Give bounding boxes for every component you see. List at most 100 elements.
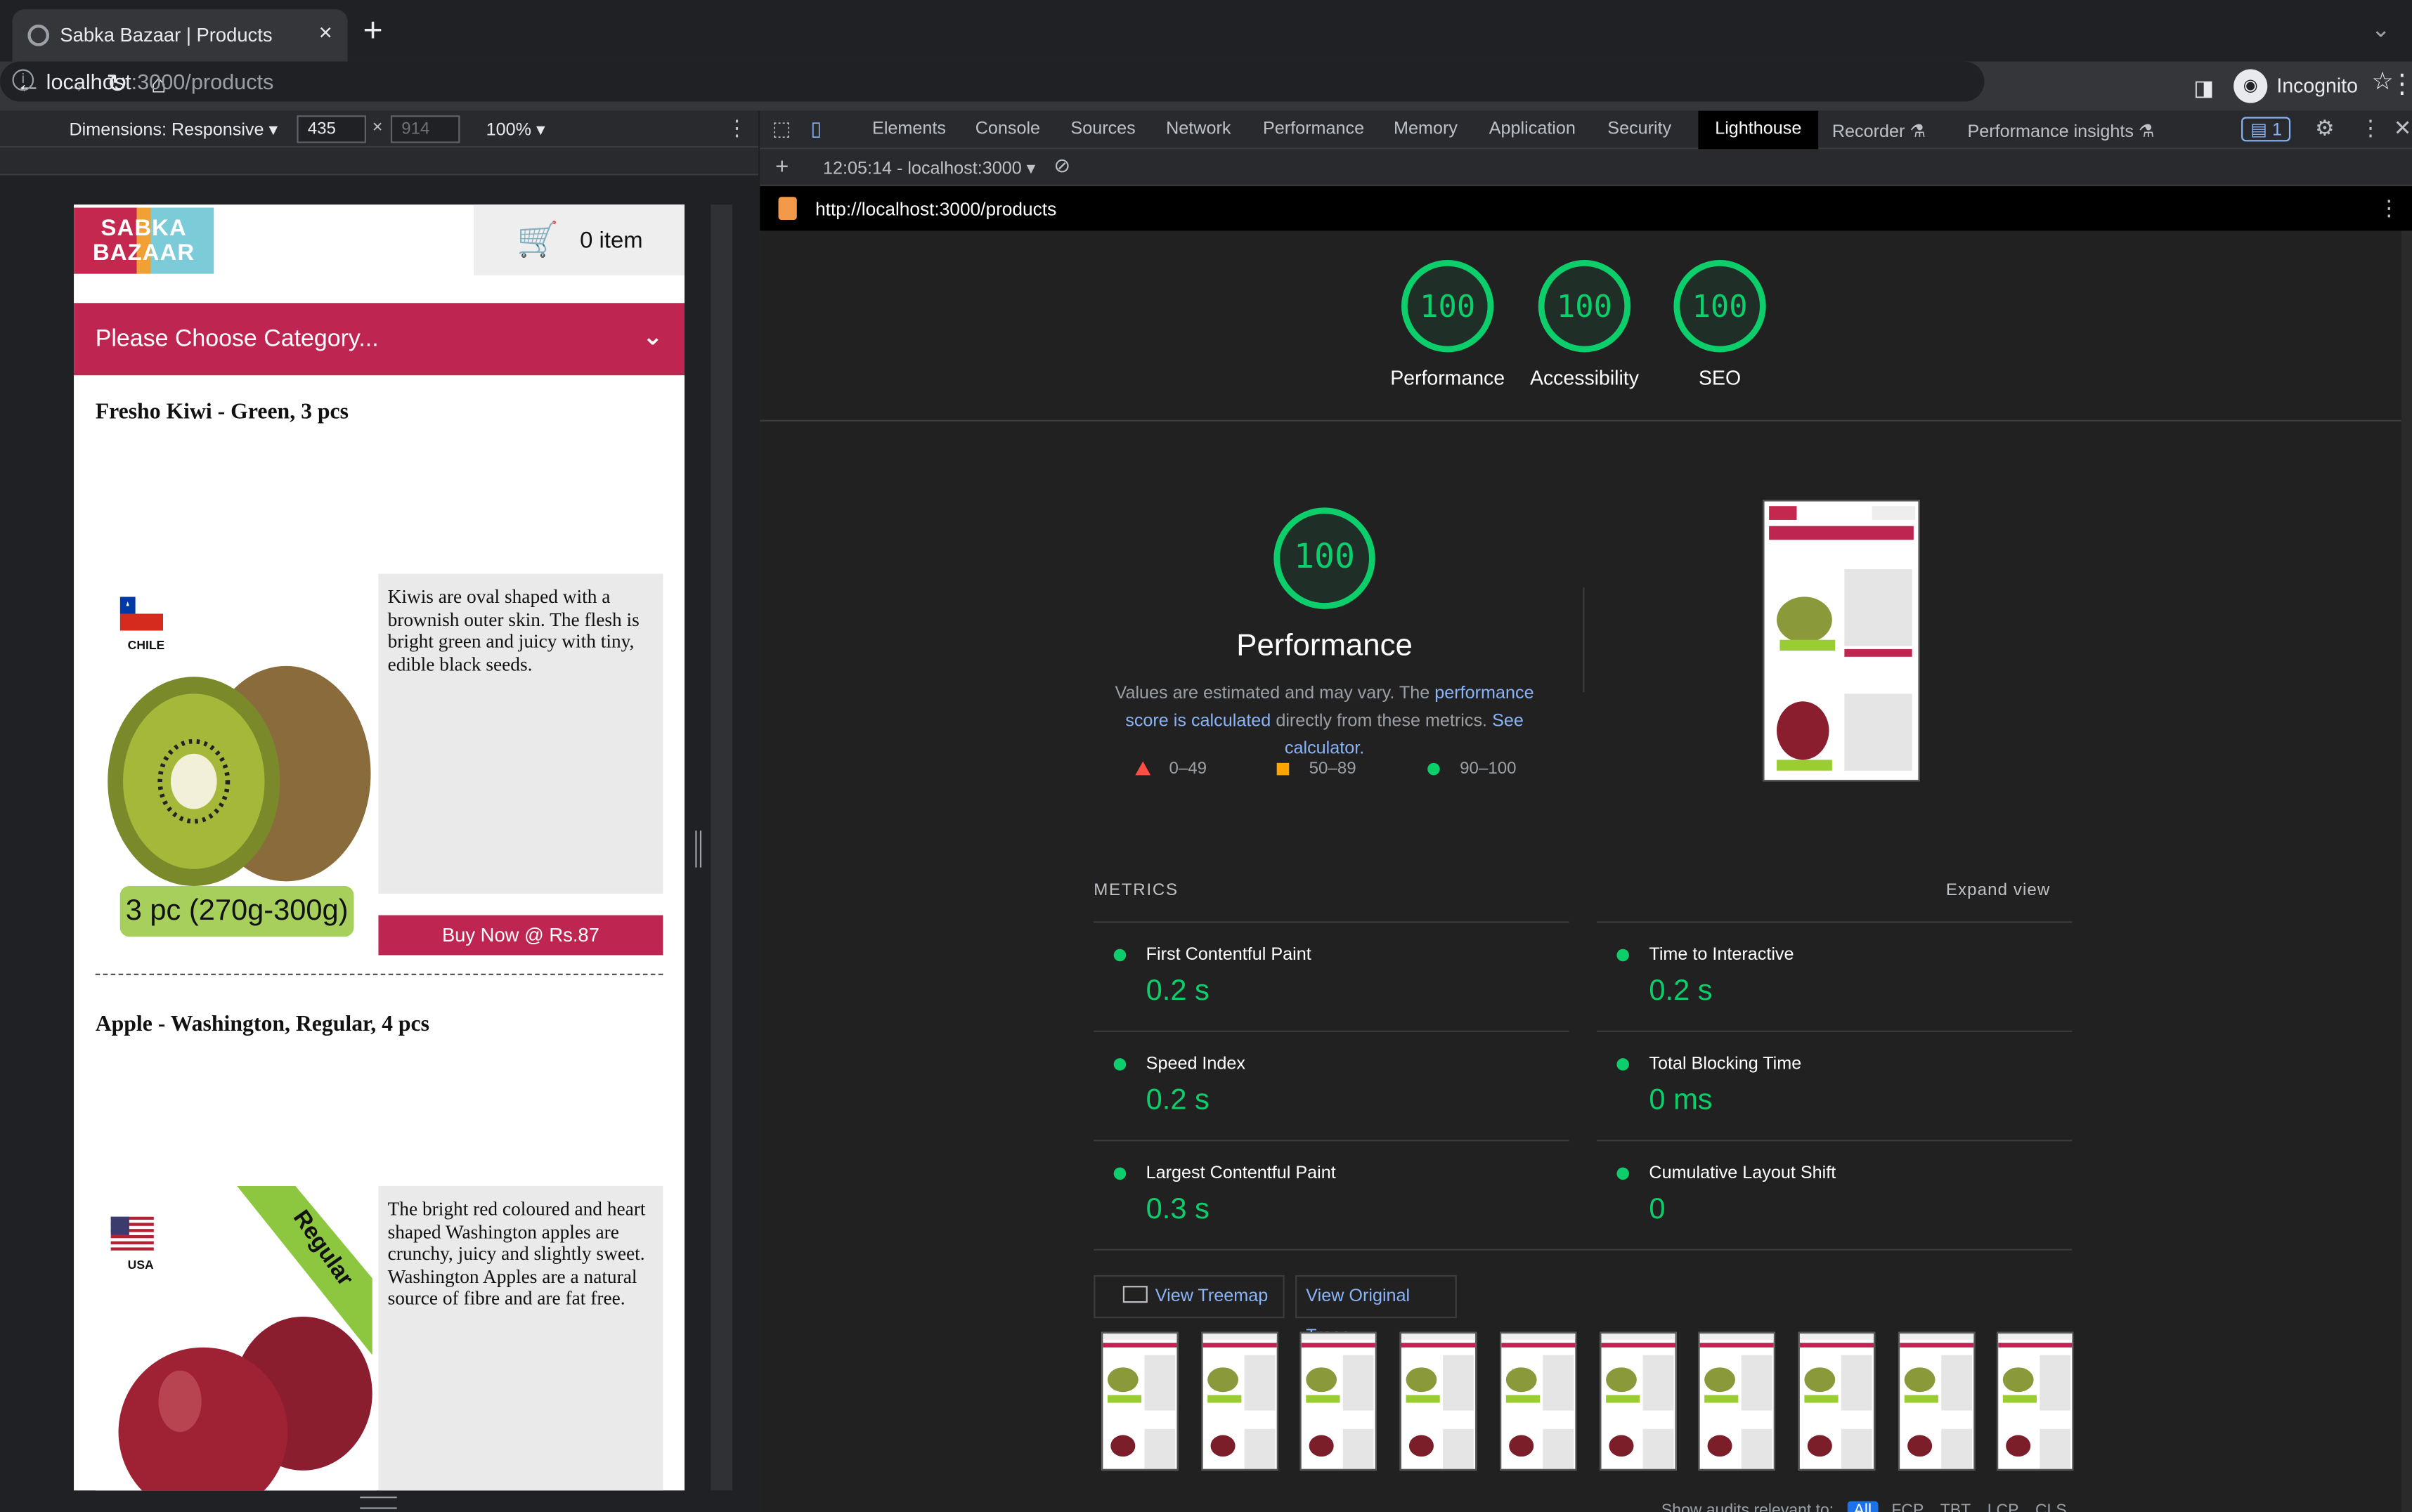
legend-range: 50–89 (1309, 760, 1356, 778)
device-toggle-icon[interactable]: ▯ (810, 117, 822, 141)
score-gauge-seo[interactable]: 100 (1673, 259, 1766, 353)
product-divider (95, 973, 663, 975)
metric-name: Total Blocking Time (1649, 1055, 1802, 1074)
tab-network[interactable]: Network (1166, 120, 1231, 138)
tab-performance[interactable]: Performance (1263, 120, 1364, 138)
issues-count: 1 (2271, 121, 2283, 141)
zoom-select[interactable]: 100% ▾ (486, 119, 545, 140)
score-gauge-performance[interactable]: 100 (1401, 259, 1494, 353)
expand-view-toggle[interactable]: Expand view (1946, 881, 2051, 899)
incognito-icon: ◉ (2233, 69, 2268, 103)
category-dropdown[interactable]: Please Choose Category... ⌄ (74, 303, 685, 376)
tab-console[interactable]: Console (975, 120, 1040, 138)
settings-gear-icon[interactable]: ⚙ (2315, 115, 2334, 141)
report-menu-icon[interactable]: ⋮ (2378, 195, 2400, 221)
report-scrollbar[interactable] (2401, 230, 2412, 1512)
tab-security[interactable]: Security (1607, 120, 1671, 138)
pass-dot-icon (1113, 1058, 1127, 1071)
score-note: Values are estimated and may vary. The p… (1094, 680, 1555, 763)
legend-range: 90–100 (1460, 760, 1517, 778)
pack-size-label: 3 pc (270g-300g) (119, 885, 354, 937)
buy-now-button[interactable]: Buy Now @ Rs.87 (378, 915, 663, 956)
metric-value: 0.2 s (1649, 975, 1713, 1008)
cart-button[interactable]: 🛒 0 item (474, 204, 685, 275)
divider (1583, 587, 1585, 693)
viewport-scrollbar[interactable] (711, 204, 732, 1491)
tab-sources[interactable]: Sources (1070, 120, 1135, 138)
tab-memory[interactable]: Memory (1394, 120, 1458, 138)
pass-circle-icon (1427, 762, 1440, 776)
pass-dot-icon (1616, 949, 1629, 962)
tab-application[interactable]: Application (1489, 120, 1576, 138)
dimensions-select[interactable]: Dimensions: Responsive ▾ (69, 119, 278, 140)
kebab-menu-icon[interactable]: ⋮ (2389, 70, 2412, 100)
tab-performance-insights[interactable]: Performance insights ⚗ (1967, 120, 2154, 141)
globe-icon (27, 25, 50, 46)
filmstrip-frame (1898, 1331, 1975, 1471)
tab-elements[interactable]: Elements (872, 120, 946, 138)
filmstrip-frame (1300, 1331, 1377, 1471)
score-gauge-accessibility[interactable]: 100 (1538, 259, 1631, 353)
close-devtools-icon[interactable]: ✕ (2394, 115, 2412, 141)
view-trace-button[interactable]: View Original Trace (1295, 1275, 1457, 1346)
tab-search-icon[interactable]: ⌄ (2371, 15, 2391, 43)
metric-value: 0 ms (1649, 1084, 1713, 1117)
screenshot-desc (1844, 693, 1912, 771)
filmstrip-frame (1599, 1331, 1676, 1471)
sabka-bazaar-logo[interactable]: SABKA BAZAAR (74, 207, 214, 274)
metric-name: Speed Index (1146, 1055, 1246, 1074)
divider (760, 419, 2401, 422)
device-more-icon[interactable]: ⋮ (726, 115, 748, 141)
issues-badge[interactable]: ▤ 1 (2241, 117, 2292, 142)
info-icon[interactable]: i (12, 69, 34, 91)
resize-handle-bottom[interactable] (360, 1497, 397, 1509)
metric-name: Time to Interactive (1649, 946, 1794, 965)
filmstrip-frame (1101, 1331, 1179, 1471)
category-placeholder: Please Choose Category... (95, 326, 379, 353)
view-treemap-button[interactable]: View Treemap (1094, 1275, 1285, 1319)
product-description: The bright red coloured and heart shaped… (378, 1185, 663, 1491)
tab-recorder[interactable]: Recorder ⚗ (1832, 120, 1926, 141)
filter-cls[interactable]: CLS (2035, 1501, 2067, 1512)
product-image-kiwi[interactable]: CHILE 3 pc (270g-300g) (95, 573, 377, 958)
pass-dot-icon (1616, 1058, 1629, 1071)
tab-lighthouse[interactable]: Lighthouse (1698, 110, 1819, 150)
metric-fcp: First Contentful Paint 0.2 s (1094, 921, 1569, 1030)
clear-reports-icon[interactable]: ⊘ (1053, 154, 1070, 178)
report-selector[interactable]: 12:05:14 - localhost:3000 ▾ (823, 157, 1035, 178)
product-image-apple[interactable]: USA Regular (95, 1185, 377, 1491)
filter-fcp[interactable]: FCP (1891, 1501, 1924, 1512)
devtools-more-icon[interactable]: ⋮ (2360, 115, 2382, 141)
height-input[interactable]: 914 (390, 115, 460, 143)
tab-strip (0, 0, 2412, 62)
address-bar[interactable]: i localhost:3000/products ☆ (0, 61, 2394, 102)
main-score-gauge: 100 (1273, 507, 1375, 609)
screenshot-logo (1769, 506, 1797, 520)
metric-tti: Time to Interactive 0.2 s (1596, 921, 2073, 1030)
report-url-bar: http://localhost:3000/products ⋮ (760, 185, 2412, 231)
width-input[interactable]: 435 (297, 115, 366, 143)
close-tab-icon[interactable]: × (319, 20, 332, 46)
metric-value: 0 (1649, 1193, 1666, 1226)
lighthouse-toolbar: + 12:05:14 - localhost:3000 ▾ ⊘ (760, 149, 2412, 186)
new-tab-button[interactable]: + (363, 13, 383, 48)
resize-handle-right[interactable] (695, 830, 702, 868)
filter-all[interactable]: All (1847, 1501, 1878, 1512)
screenshot-kiwi (1774, 575, 1839, 652)
treemap-icon (1122, 1286, 1148, 1303)
report-url[interactable]: http://localhost:3000/products (815, 198, 1056, 220)
filter-lcp[interactable]: LCP (1988, 1501, 2018, 1512)
browser-tab[interactable]: Sabka Bazaar | Products × (12, 9, 348, 62)
devtools-tabbar: ⬚ ▯ Elements Console Sources Network Per… (760, 110, 2412, 150)
screenshot-apple (1777, 701, 1829, 760)
new-report-icon[interactable]: + (775, 154, 789, 180)
score-label: SEO (1699, 366, 1742, 389)
view-treemap-label: View Treemap (1155, 1287, 1269, 1306)
side-panel-icon[interactable]: ◨ (2193, 72, 2214, 103)
screenshot-desc (1844, 569, 1912, 646)
final-screenshot[interactable] (1763, 500, 1920, 782)
inspect-element-icon[interactable]: ⬚ (772, 117, 791, 141)
filter-tbt[interactable]: TBT (1940, 1501, 1971, 1512)
chevron-down-icon: ⌄ (642, 324, 663, 351)
fail-triangle-icon (1135, 761, 1151, 776)
